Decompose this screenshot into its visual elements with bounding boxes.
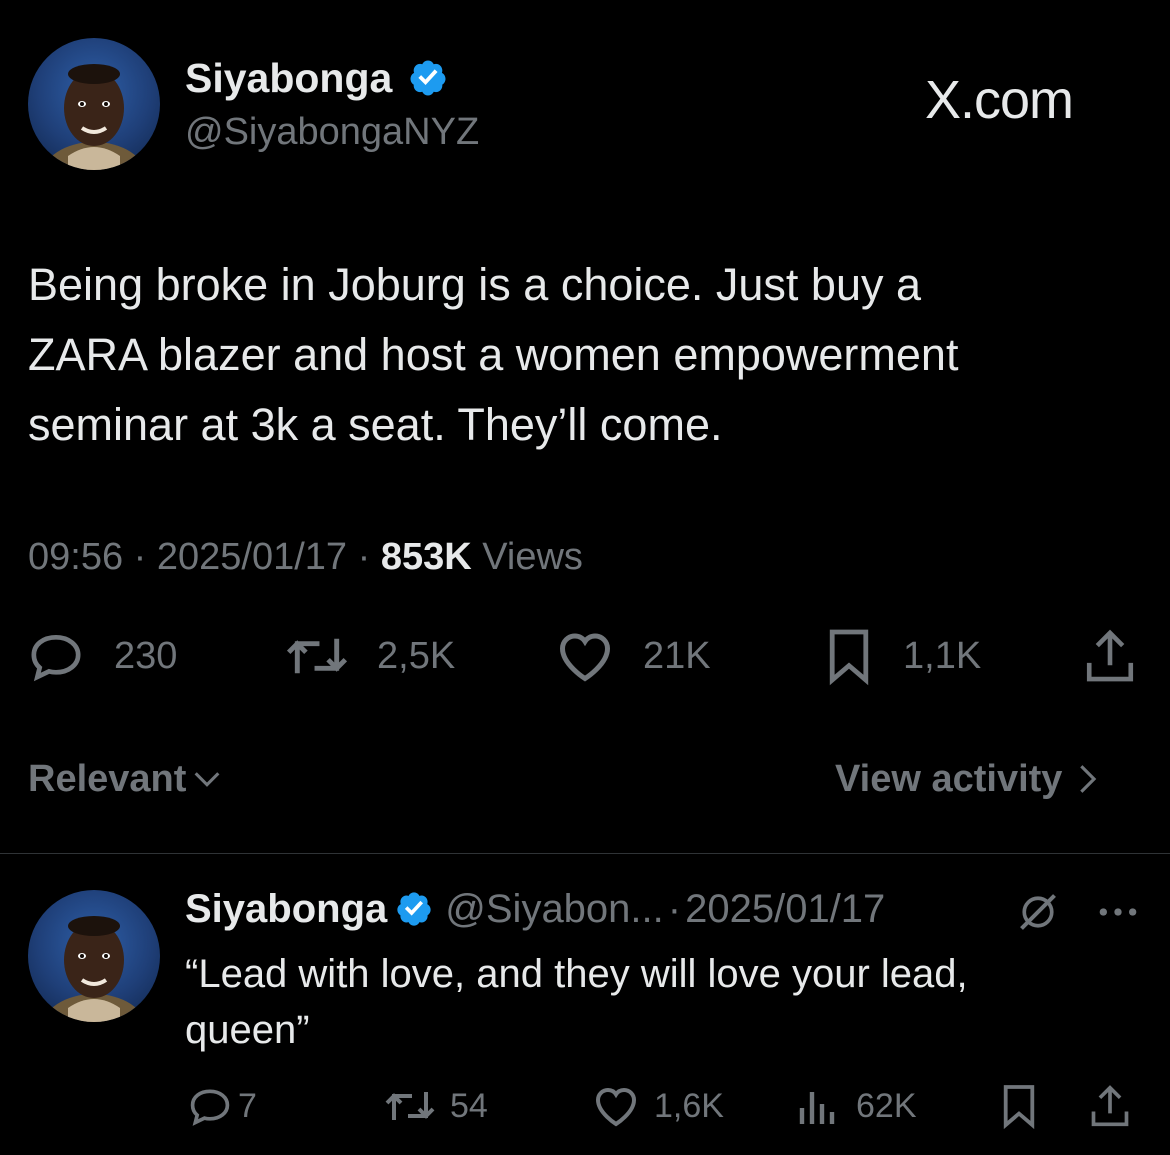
share-icon bbox=[1091, 1085, 1129, 1127]
reply-text-line: “Lead with love, and they will love your… bbox=[185, 952, 968, 996]
repost-button[interactable]: 2,5K bbox=[285, 628, 455, 684]
share-icon bbox=[1086, 629, 1134, 682]
reply-views-count: 62K bbox=[856, 1086, 917, 1125]
reply-header: Siyabonga @Siyabon... · 2025/01/17 bbox=[185, 886, 885, 932]
repost-icon bbox=[286, 638, 348, 674]
tweet-text: Being broke in Joburg is a choice. Just … bbox=[28, 250, 958, 460]
author-name[interactable]: Siyabonga bbox=[185, 55, 392, 101]
like-icon bbox=[595, 1087, 637, 1127]
tweet-metadata: 09:56 · 2025/01/17 · 853K Views bbox=[28, 535, 583, 579]
tweet-text-line: seminar at 3k a seat. They’ll come. bbox=[28, 399, 723, 450]
more-button[interactable] bbox=[1096, 898, 1140, 931]
x-watermark: X.com bbox=[925, 70, 1074, 130]
like-button[interactable]: 21K bbox=[555, 628, 711, 684]
verified-badge-icon bbox=[410, 60, 446, 96]
share-button[interactable] bbox=[1082, 626, 1138, 686]
reply-like-button[interactable]: 1,6K bbox=[592, 1084, 724, 1128]
reply-author-handle[interactable]: @Siyabon... bbox=[445, 886, 664, 932]
section-divider bbox=[0, 853, 1170, 854]
author-name-row: Siyabonga bbox=[185, 55, 448, 101]
reply-like-count: 1,6K bbox=[654, 1086, 724, 1125]
author-avatar[interactable] bbox=[28, 38, 160, 170]
chevron-right-icon bbox=[1080, 765, 1097, 793]
like-count: 21K bbox=[643, 634, 711, 677]
bookmark-count: 1,1K bbox=[903, 634, 982, 677]
reply-text: “Lead with love, and they will love your… bbox=[185, 946, 968, 1058]
repost-icon bbox=[385, 1092, 435, 1120]
tweet-text-line: ZARA blazer and host a women empowerment bbox=[28, 329, 959, 380]
reply-repost-count: 54 bbox=[450, 1086, 488, 1125]
grok-icon bbox=[1020, 894, 1056, 930]
grok-button[interactable] bbox=[1016, 890, 1060, 939]
reply-author-avatar[interactable] bbox=[28, 890, 160, 1022]
reply-icon bbox=[190, 1089, 230, 1126]
reply-reply-button[interactable]: 7 bbox=[188, 1084, 257, 1128]
reply-text-line: queen” bbox=[185, 1008, 310, 1052]
reply-count: 230 bbox=[114, 634, 178, 677]
chevron-down-icon bbox=[194, 772, 220, 787]
views-icon bbox=[799, 1092, 835, 1124]
sort-label: Relevant bbox=[28, 758, 187, 800]
reply-repost-button[interactable]: 54 bbox=[384, 1084, 488, 1128]
tweet-time[interactable]: 09:56 bbox=[28, 536, 123, 578]
reply-button[interactable]: 230 bbox=[28, 628, 177, 684]
avatar-portrait bbox=[42, 64, 146, 170]
view-activity-link[interactable]: View activity bbox=[835, 756, 1104, 802]
author-handle[interactable]: @SiyabongaNYZ bbox=[185, 110, 479, 154]
separator-dot: · bbox=[667, 887, 682, 931]
bookmark-button[interactable]: 1,1K bbox=[825, 628, 982, 686]
reply-bookmark-button[interactable] bbox=[1000, 1082, 1038, 1130]
views-label: Views bbox=[482, 536, 583, 578]
reply-icon bbox=[31, 634, 81, 682]
tweet-text-line: Being broke in Joburg is a choice. Just … bbox=[28, 259, 922, 310]
avatar-portrait bbox=[42, 916, 146, 1022]
verified-badge-icon bbox=[397, 892, 431, 926]
reply-author-name[interactable]: Siyabonga bbox=[185, 886, 387, 932]
reply-reply-count: 7 bbox=[238, 1086, 257, 1125]
repost-count: 2,5K bbox=[377, 634, 456, 677]
separator-dot: · bbox=[357, 536, 371, 578]
bookmark-icon bbox=[1003, 1085, 1035, 1130]
reply-share-button[interactable] bbox=[1088, 1082, 1132, 1130]
view-activity-label: View activity bbox=[835, 758, 1063, 800]
sort-dropdown[interactable]: Relevant bbox=[28, 756, 224, 802]
reply-date[interactable]: 2025/01/17 bbox=[685, 886, 885, 932]
separator-dot: · bbox=[133, 536, 147, 578]
bookmark-icon bbox=[829, 629, 869, 686]
reply-views-button[interactable]: 62K bbox=[796, 1084, 917, 1128]
more-icon bbox=[1099, 908, 1137, 916]
views-count[interactable]: 853K bbox=[381, 536, 472, 578]
like-icon bbox=[559, 633, 611, 682]
tweet-date[interactable]: 2025/01/17 bbox=[157, 536, 347, 578]
